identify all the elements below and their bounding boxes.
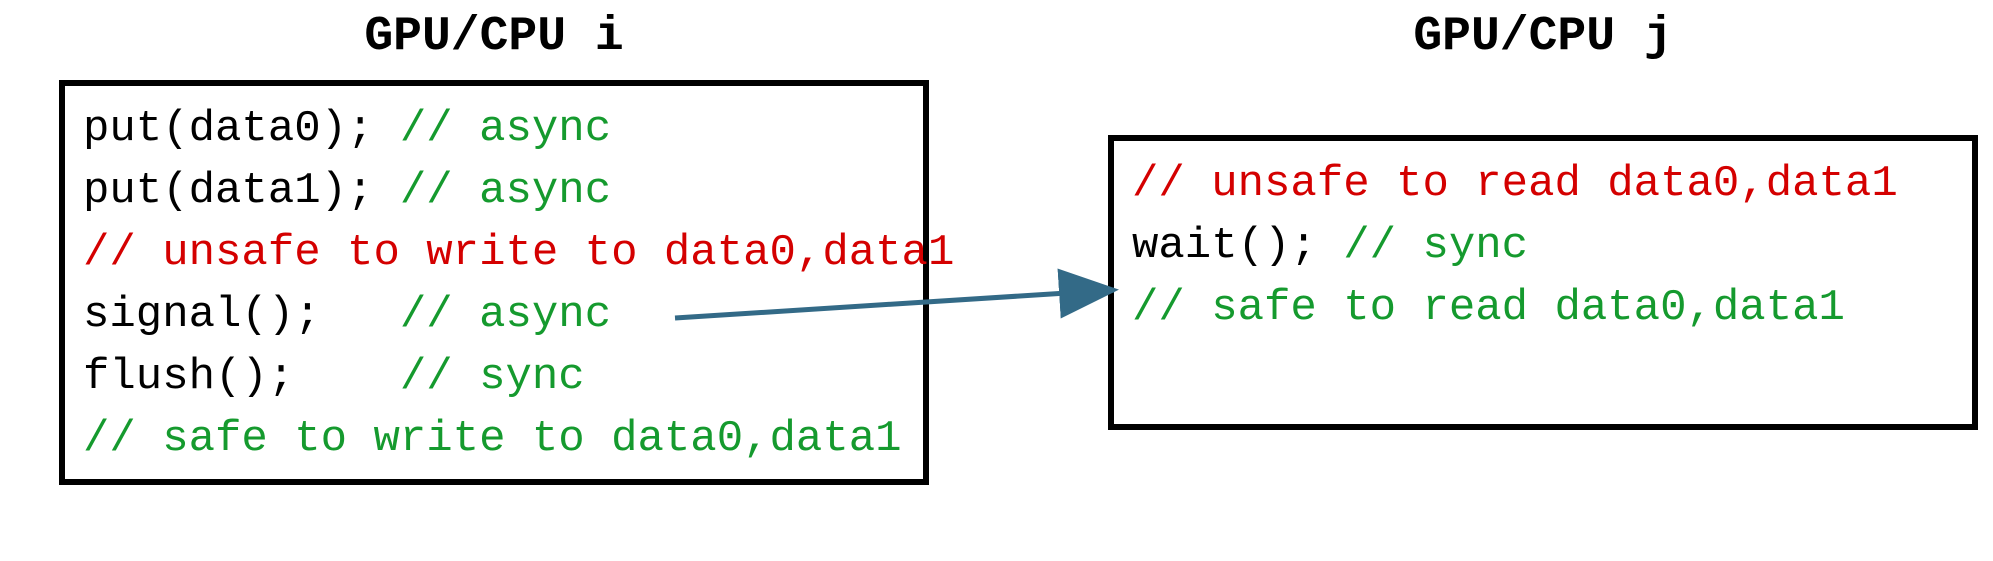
code-box-j: // unsafe to read data0,data1 wait(); // …: [1108, 135, 1978, 430]
code-token: // unsafe to write to data0,data1: [83, 228, 954, 278]
code-token: put(data0);: [83, 104, 400, 154]
code-line: // unsafe to write to data0,data1: [83, 222, 905, 284]
code-line: wait(); // sync: [1132, 215, 1954, 277]
code-token: // sync: [1343, 221, 1528, 271]
code-token: flush();: [83, 352, 400, 402]
code-box-i: put(data0); // asyncput(data1); // async…: [59, 80, 929, 485]
code-line: // unsafe to read data0,data1: [1132, 153, 1954, 215]
code-line: signal(); // async: [83, 284, 905, 346]
processor-label-i: GPU/CPU i: [59, 10, 929, 64]
code-line: // safe to write to data0,data1: [83, 408, 905, 470]
code-token: signal();: [83, 290, 400, 340]
code-line: // safe to read data0,data1: [1132, 277, 1954, 339]
code-token: // safe to read data0,data1: [1132, 283, 1845, 333]
processor-label-j: GPU/CPU j: [1108, 10, 1978, 64]
code-token: put(data1);: [83, 166, 400, 216]
code-token: // safe to write to data0,data1: [83, 414, 902, 464]
code-token: // sync: [400, 352, 585, 402]
code-line: put(data0); // async: [83, 98, 905, 160]
code-token: // async: [400, 290, 611, 340]
code-line: flush(); // sync: [83, 346, 905, 408]
code-token: // unsafe to read data0,data1: [1132, 159, 1898, 209]
code-token: wait();: [1132, 221, 1343, 271]
code-token: // async: [400, 104, 611, 154]
code-token: // async: [400, 166, 611, 216]
diagram-stage: GPU/CPU i GPU/CPU j put(data0); // async…: [0, 0, 1993, 561]
code-line: put(data1); // async: [83, 160, 905, 222]
